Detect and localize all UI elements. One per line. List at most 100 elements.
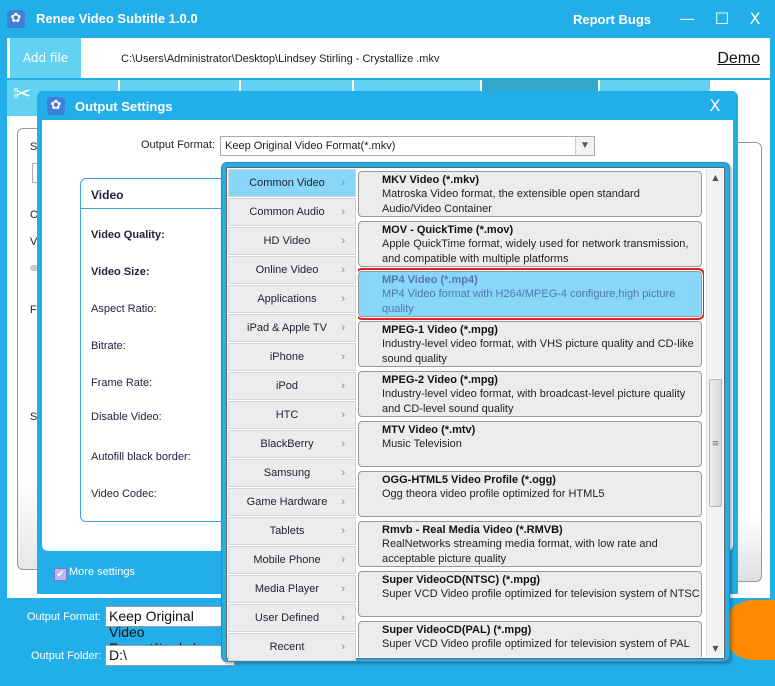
format-dropdown-inner: Common Video › Common Audio › HD Video › Onlin… [226,167,725,661]
scroll-down-arrow-icon[interactable]: ▼ [707,640,724,657]
chevron-right-icon: › [341,438,345,450]
format-item[interactable]: MTV Video (*.mtv) Music Television [358,421,702,467]
format-description: Music Television [382,438,462,450]
chevron-right-icon: › [341,264,345,276]
file-bar: Add file C:\Users\Administrator\Desktop\… [7,38,770,78]
chevron-right-icon: › [341,496,345,508]
chevron-right-icon: › [341,554,345,566]
film-reel-icon: ✿ [47,97,65,115]
category-list: Common Video › Common Audio › HD Video › Onlin… [228,169,356,661]
checkmark-icon[interactable]: ✔ [54,568,67,581]
scroll-up-arrow-icon[interactable]: ▲ [707,169,724,186]
chevron-right-icon: › [341,467,345,479]
category-item[interactable]: HTC › [228,401,356,429]
category-item[interactable]: Media Player › [228,575,356,603]
output-format-value: Keep Original Video Format(*.mkv) [225,140,396,152]
demo-link[interactable]: Demo [717,50,760,68]
format-item[interactable]: MPEG-2 Video (*.mpg) Industry-level video… [358,371,702,417]
output-format-label: Output Format: [27,611,101,623]
chevron-right-icon: › [341,583,345,595]
format-description: Ogg theora video profile optimized for H… [382,488,605,500]
format-item[interactable]: Rmvb - Real Media Video (*.RMVB) RealNetw… [358,521,702,567]
chevron-right-icon: › [341,235,345,247]
category-label: Online Video [255,264,319,276]
video-setting-label: Video Codec: [91,488,157,500]
category-label: iPod [275,380,299,392]
output-format-label: Output Format: [141,139,215,151]
chevron-right-icon: › [341,322,345,334]
category-item[interactable]: User Defined › [228,604,356,632]
app-title: Renee Video Subtitle 1.0.0 [36,11,198,26]
film-reel-icon: ✿ [7,10,25,28]
category-label: Common Audio [249,206,325,218]
format-item[interactable]: MPEG-1 Video (*.mpg) Industry-level video… [358,321,702,367]
category-label: Applications [257,293,317,305]
format-name: MP4 Video (*.mp4) [382,274,478,286]
category-item[interactable]: Online Video › [228,256,356,284]
format-name: MKV Video (*.mkv) [382,174,479,186]
category-item[interactable]: iPhone › [228,343,356,371]
more-settings-checkbox[interactable]: ✔ More settings [54,566,135,581]
output-folder-field[interactable]: D:\ [105,645,235,666]
category-item[interactable]: Common Audio › [228,198,356,226]
category-item[interactable]: iPad & Apple TV › [228,314,356,342]
title-bar: ✿ Renee Video Subtitle 1.0.0 Report Bugs… [0,0,775,38]
format-description: Industry-level video format, with broadc… [382,388,686,415]
category-item[interactable]: Common Video › [228,169,356,197]
format-description: RealNetworks streaming media format, wit… [382,538,658,565]
format-item[interactable]: Super VideoCD(PAL) (*.mpg) Super VCD Vide… [358,621,702,657]
video-setting-label: Frame Rate: [91,377,153,389]
minimize-button[interactable]: — [677,8,697,30]
format-name: MPEG-2 Video (*.mpg) [382,374,498,386]
output-format-field[interactable]: Keep Original Video Format(*.mkv) [105,606,235,656]
chevron-right-icon: › [341,409,345,421]
format-item[interactable]: MKV Video (*.mkv) Matroska Video format, … [358,171,702,217]
format-list: MKV Video (*.mkv) Matroska Video format, … [358,169,704,657]
chevron-right-icon: › [341,641,345,653]
category-item[interactable]: HD Video › [228,227,356,255]
format-description: Apple QuickTime format, widely used for … [382,238,689,265]
category-label: Media Player [254,583,320,595]
category-item[interactable]: iPod › [228,372,356,400]
chevron-down-icon[interactable]: ▼ [575,137,594,155]
chevron-right-icon: › [341,380,345,392]
scrollbar-thumb[interactable]: ≡ [709,379,722,507]
maximize-button[interactable]: ☐ [712,8,732,30]
format-item[interactable]: MOV - QuickTime (*.mov) Apple QuickTime f… [358,221,702,267]
video-setting-label: Bitrate: [91,340,126,352]
category-label: iPad & Apple TV [247,322,327,334]
format-description: MP4 Video format with H264/MPEG-4 config… [382,288,676,315]
category-item[interactable]: Recent › [228,633,356,661]
category-item[interactable]: BlackBerry › [228,430,356,458]
category-label: Tablets [269,525,305,537]
format-name: Super VideoCD(NTSC) (*.mpg) [382,574,541,586]
start-button[interactable] [723,600,775,660]
close-button[interactable]: X [745,8,765,30]
format-scrollbar[interactable]: ▲ ≡ ▼ [706,169,723,657]
format-item[interactable]: MP4 Video (*.mp4) MP4 Video format with H… [358,268,704,320]
video-setting-label: Autofill black border: [91,451,191,463]
dialog-close-button[interactable]: X [705,95,725,117]
category-item[interactable]: Tablets › [228,517,356,545]
category-item[interactable]: Samsung › [228,459,356,487]
format-dropdown: Common Video › Common Audio › HD Video › Onlin… [221,162,730,662]
add-file-button[interactable]: Add file [10,38,81,78]
chevron-right-icon: › [341,612,345,624]
file-path: C:\Users\Administrator\Desktop\Lindsey S… [121,53,440,65]
format-name: Super VideoCD(PAL) (*.mpg) [382,624,532,636]
chevron-right-icon: › [341,351,345,363]
format-name: OGG-HTML5 Video Profile (*.ogg) [382,474,556,486]
report-bugs-link[interactable]: Report Bugs [573,12,651,27]
more-settings-label: More settings [69,566,136,578]
output-format-select[interactable]: Keep Original Video Format(*.mkv) ▼ [220,136,595,156]
format-name: MTV Video (*.mtv) [382,424,476,436]
category-item[interactable]: Applications › [228,285,356,313]
format-name: MPEG-1 Video (*.mpg) [382,324,498,336]
category-item[interactable]: Mobile Phone › [228,546,356,574]
category-label: HD Video [263,235,311,247]
category-item[interactable]: Game Hardware › [228,488,356,516]
format-item[interactable]: OGG-HTML5 Video Profile (*.ogg) Ogg theor… [358,471,702,517]
category-label: Common Video [249,177,325,189]
format-item[interactable]: Super VideoCD(NTSC) (*.mpg) Super VCD Vid… [358,571,702,617]
dialog-title: Output Settings [75,99,173,114]
